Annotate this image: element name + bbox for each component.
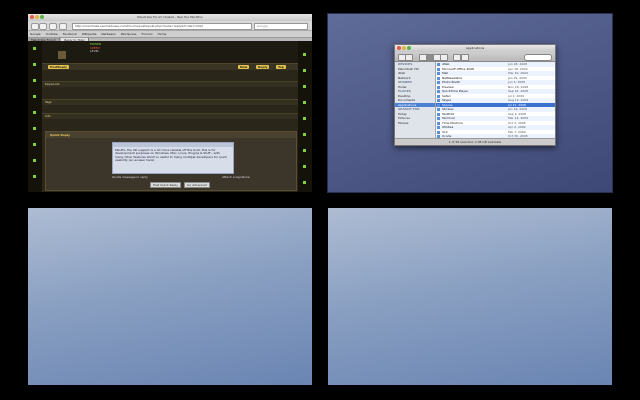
bookmark-item[interactable]: Netbeans xyxy=(101,32,115,36)
finder-sidebar: DEVICES Macintosh HD iDisk Network SHARE… xyxy=(395,62,436,138)
editor-toolbar[interactable] xyxy=(113,143,233,147)
bookmark-item[interactable]: Google xyxy=(30,32,41,36)
go-advanced-button[interactable]: Go Advanced xyxy=(184,182,210,188)
signature-checkbox[interactable]: Attach a signature xyxy=(222,175,250,179)
forward-icon[interactable] xyxy=(405,54,413,61)
reply-text[interactable]: Mindfx, the XD support is a lot more rel… xyxy=(115,149,227,171)
section-tags[interactable]: Tags xyxy=(42,99,298,105)
quick-reply-title: Quick Reply xyxy=(46,132,296,138)
post-bar: PostReply New Reply Top xyxy=(42,63,298,70)
left-rail xyxy=(28,41,42,192)
eye-icon[interactable] xyxy=(453,54,461,61)
search-field[interactable]: Google xyxy=(254,23,308,30)
finder-title: Applications xyxy=(465,46,485,50)
reload-icon[interactable] xyxy=(49,23,57,30)
quick-reply-panel: Quick Reply Mindfx, the XD support is a … xyxy=(45,131,297,191)
bookmark-item[interactable]: YouTube xyxy=(46,32,58,36)
finder-titlebar[interactable]: Applications xyxy=(395,45,555,52)
url-field[interactable]: http://mandrake.seomadness.com/forums/po… xyxy=(72,23,252,30)
space-4[interactable] xyxy=(328,208,612,385)
back-icon[interactable] xyxy=(31,23,39,30)
reply-textarea[interactable]: Mindfx, the XD support is a lot more rel… xyxy=(112,142,234,174)
user-stats: POWER SPEED LEVEL xyxy=(90,42,102,53)
forum-header: POWER SPEED LEVEL xyxy=(42,41,298,63)
forum-content: POWER SPEED LEVEL PostReply New Reply To… xyxy=(42,41,298,192)
right-rail xyxy=(298,41,312,192)
space-3[interactable] xyxy=(28,208,312,385)
browser-toolbar: http://mandrake.seomadness.com/forums/po… xyxy=(28,21,312,31)
post-reply-button[interactable]: PostReply xyxy=(48,65,69,69)
search-input[interactable] xyxy=(524,54,552,61)
avatar xyxy=(58,51,66,59)
browser-title: Mandrake Forum Hosted - Tear the Mindflu… xyxy=(137,15,203,19)
file-list: iWeb Jun 18, 2008 Microsoft Office 2008 Apr… xyxy=(436,62,555,138)
browser-titlebar[interactable]: Mandrake Forum Hosted - Tear the Mindflu… xyxy=(28,14,312,21)
bookmark-item[interactable]: Wikipedia xyxy=(82,32,97,36)
bookmarks-bar: Google YouTube Facebook Wikipedia Netbea… xyxy=(28,31,312,38)
top-button[interactable]: Top xyxy=(276,65,286,69)
forum-page: POWER SPEED LEVEL PostReply New Reply To… xyxy=(28,41,312,192)
bookmark-item[interactable]: Facebook xyxy=(63,32,77,36)
reply-button[interactable]: Reply xyxy=(256,65,270,69)
space-1[interactable]: Mandrake Forum Hosted - Tear the Mindflu… xyxy=(28,14,312,192)
sidebar-item[interactable]: Movies xyxy=(395,121,435,126)
gear-icon[interactable] xyxy=(461,54,469,61)
bookmark-item[interactable]: Home xyxy=(158,32,167,36)
browser-window[interactable]: Mandrake Forum Hosted - Tear the Mindflu… xyxy=(28,14,312,192)
section-keywords[interactable]: Keywords xyxy=(42,81,298,87)
post-quick-reply-button[interactable]: Post Quick Reply xyxy=(150,182,181,188)
forward-icon[interactable] xyxy=(39,23,47,30)
status-bar: 1 of 48 selected, 2.08 GB available xyxy=(395,138,555,145)
coverflow-view-icon[interactable] xyxy=(440,54,448,61)
bookmark-item[interactable]: Wordpress xyxy=(121,32,137,36)
bookmark-item[interactable]: Forums xyxy=(141,32,152,36)
finder-window[interactable]: Applications DEVICES Macintosh HD iDisk … xyxy=(394,44,556,146)
new-button[interactable]: New xyxy=(238,65,250,69)
space-2[interactable]: Applications DEVICES Macintosh HD iDisk … xyxy=(327,13,613,193)
quote-checkbox[interactable]: Quote message in reply xyxy=(112,175,148,179)
section-info[interactable]: Info xyxy=(42,113,298,119)
home-icon[interactable] xyxy=(59,23,67,30)
finder-toolbar xyxy=(395,52,555,62)
